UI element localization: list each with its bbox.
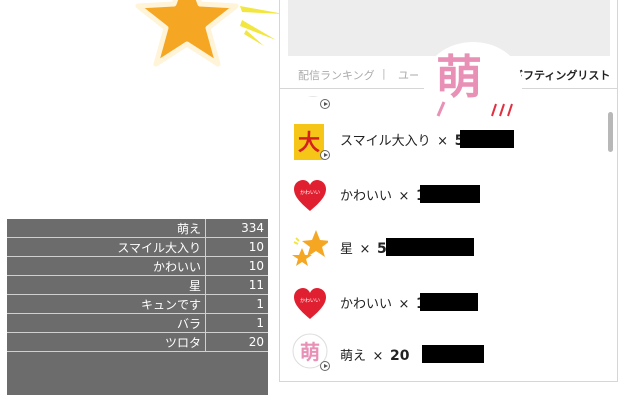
gift-list[interactable]: 大 スマイル大入り × 5 かわいい かわいい ×: [280, 96, 605, 378]
gift-item-multiplier: ×: [398, 189, 410, 204]
redacted-username: [386, 238, 474, 256]
stats-gift-name: ツロタ: [7, 332, 206, 352]
gift-item-multiplier: ×: [359, 242, 371, 257]
stats-gift-name: キュンです: [7, 294, 206, 314]
stats-gift-count: 10: [205, 237, 268, 257]
moe-badge-char: 萌: [436, 50, 482, 104]
stats-row: ツロタ 20: [7, 332, 268, 352]
gift-item-text: スマイル大入り × 5: [340, 130, 464, 149]
stats-gift-name: 萌え: [7, 219, 206, 238]
gift-item-multiplier: ×: [398, 297, 410, 312]
redacted-username: [460, 130, 514, 148]
gift-item-text: かわいい × 1: [340, 185, 426, 204]
tab-gifting-list[interactable]: ギフティングリスト: [512, 67, 610, 83]
stats-gift-count: 11: [205, 275, 268, 295]
tab-broadcast-ranking[interactable]: 配信ランキング: [298, 67, 375, 83]
heart-kawaii-icon: かわいい: [294, 288, 326, 319]
tab-user[interactable]: ユー: [398, 67, 418, 83]
gift-item-multiplier: ×: [372, 349, 384, 364]
redacted-username: [420, 185, 480, 203]
svg-text:萌: 萌: [300, 340, 320, 364]
stats-gift-count: 1: [205, 294, 268, 314]
gift-list-item[interactable]: 萌 萌え × 20: [280, 331, 605, 378]
emphasis-lines-icon: [436, 101, 513, 117]
gift-item-name: 萌え: [340, 349, 367, 364]
gifting-screen: 萌え 334 スマイル大入り 10 かわいい 10 星 11 キュンです 1 バ…: [0, 0, 640, 400]
tab-separator: |: [382, 67, 386, 80]
gift-list-item[interactable]: かわいい かわいい × 1: [280, 171, 605, 223]
moe-gift-badge: 萌: [424, 42, 522, 122]
stats-gift-name: 星: [7, 275, 206, 295]
svg-text:かわいい: かわいい: [300, 189, 320, 196]
star-decoration-icon: [135, 0, 239, 67]
gift-stats-table: 萌え 334 スマイル大入り 10 かわいい 10 星 11 キュンです 1 バ…: [7, 219, 268, 352]
gift-item-name: かわいい: [340, 297, 393, 312]
stats-gift-name: かわいい: [7, 256, 206, 276]
redacted-username: [420, 293, 478, 311]
gift-list-item[interactable]: 大 スマイル大入り × 5: [280, 116, 605, 168]
gift-item-name: スマイル大入り: [340, 134, 431, 149]
gift-item-text: 星 × 5: [340, 238, 387, 257]
gift-item-count: 20: [389, 348, 410, 364]
gift-item-name: 星: [340, 242, 354, 257]
list-scrollbar[interactable]: [608, 112, 613, 152]
stats-gift-count: 1: [205, 313, 268, 333]
redacted-username: [422, 345, 484, 363]
gift-item-text: かわいい × 1: [340, 293, 426, 312]
star-icon: [292, 230, 328, 266]
stats-row: キュンです 1: [7, 294, 268, 314]
gift-list-item[interactable]: 星 × 5: [280, 224, 605, 276]
play-icon: [320, 361, 330, 371]
svg-text:大: 大: [298, 131, 320, 156]
stats-row: スマイル大入り 10: [7, 237, 268, 257]
gift-item-text: 萌え × 20: [340, 345, 409, 364]
stats-row: かわいい 10: [7, 256, 268, 276]
heart-kawaii-icon: かわいい: [294, 180, 326, 211]
stats-gift-count: 20: [205, 332, 268, 352]
stats-gift-count: 334: [205, 219, 268, 238]
play-icon: [320, 99, 330, 109]
stats-row: 萌え 334: [7, 219, 268, 238]
stats-gift-name: スマイル大入り: [7, 237, 206, 257]
gift-item-name: かわいい: [340, 189, 393, 204]
gift-item-multiplier: ×: [437, 134, 449, 149]
svg-text:かわいい: かわいい: [300, 297, 320, 304]
stats-gift-count: 10: [205, 256, 268, 276]
gift-list-item[interactable]: かわいい かわいい × 1: [280, 279, 605, 331]
stats-gift-name: バラ: [7, 313, 206, 333]
stats-row: 星 11: [7, 275, 268, 295]
play-icon: [320, 150, 330, 160]
stats-row: バラ 1: [7, 313, 268, 333]
gift-stats-panel: 萌え 334 スマイル大入り 10 かわいい 10 星 11 キュンです 1 バ…: [7, 219, 268, 395]
